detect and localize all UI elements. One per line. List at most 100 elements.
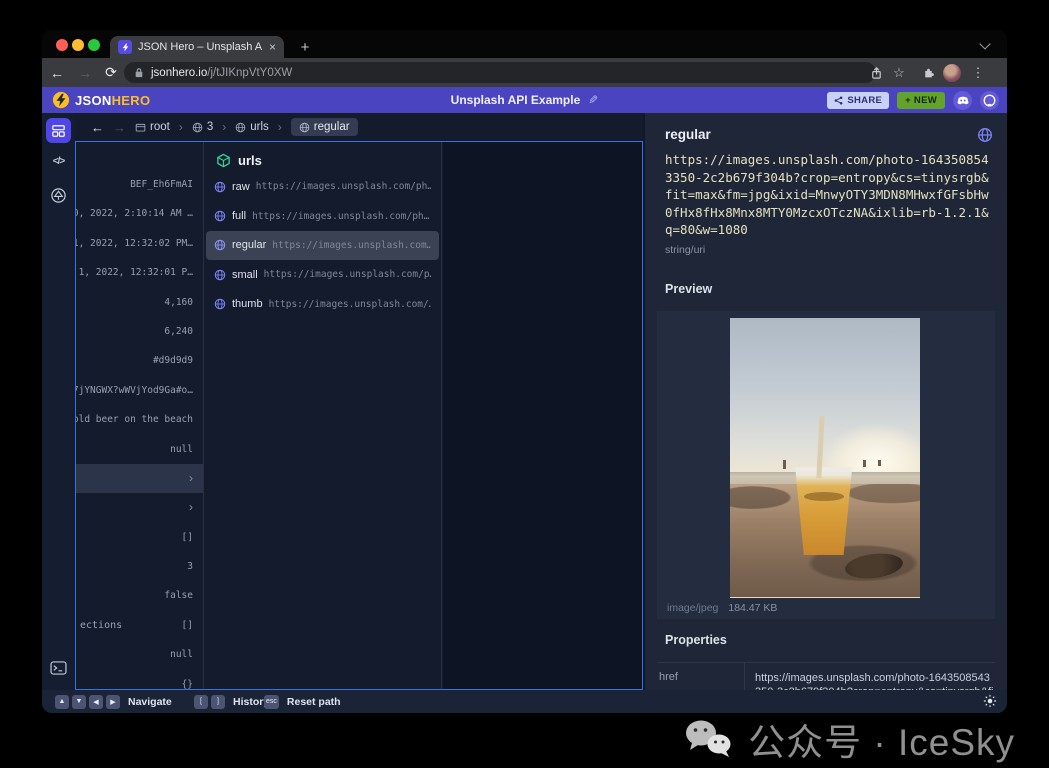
minimize-window-button[interactable] [72, 39, 84, 51]
preview-box: image/jpeg 184.47 KB [657, 311, 995, 619]
tab-strip: JSON Hero – Unsplash API Exa × + [42, 30, 1007, 58]
forward-button[interactable]: → [74, 58, 96, 87]
breadcrumb-item-regular[interactable]: regular [291, 118, 358, 136]
json-row[interactable]: false [76, 581, 203, 610]
share-button[interactable]: SHARE [827, 92, 889, 109]
key-lbracket-icon: [ [194, 695, 208, 709]
browser-menu-icon[interactable]: ⋮ [967, 58, 989, 87]
detail-type: string/uri [665, 244, 993, 258]
tab-search-chevron-icon[interactable] [979, 38, 990, 49]
share-page-icon [870, 66, 883, 80]
breadcrumb-item-urls[interactable]: urls [235, 121, 269, 133]
globe-icon [214, 210, 226, 222]
globe-icon [214, 239, 226, 251]
browser-toolbar: ← → ⟳ jsonhero.io/j/tJIKnpVtY0XW ☆ [42, 58, 1007, 87]
url-item-thumb[interactable]: thumb https://images.unsplash.com/… [206, 290, 439, 319]
status-bar: ▲ ▼ ◀ ▶ Navigate [ ] History esc Reset p… [42, 690, 1007, 713]
json-row[interactable]: #d9d9d9 [76, 346, 203, 375]
url-text: jsonhero.io/j/tJIKnpVtY0XW [151, 67, 292, 79]
preview-image [730, 318, 920, 598]
discord-button[interactable] [953, 91, 972, 110]
json-row[interactable]: null [76, 640, 203, 669]
image-meta: image/jpeg 184.47 KB [667, 602, 777, 614]
navigate-label: Navigate [128, 696, 172, 708]
detail-value[interactable]: https://images.unsplash.com/photo-164350… [665, 151, 995, 239]
json-row[interactable]: › [76, 493, 203, 522]
url-item-regular-selected[interactable]: regular https://images.unsplash.com… [206, 231, 439, 260]
json-row-urls-selected[interactable]: › [76, 464, 203, 493]
globe-icon [299, 122, 310, 133]
column-view-button[interactable] [46, 118, 71, 143]
key-rbracket-icon: ] [211, 695, 225, 709]
column-view-icon [51, 124, 66, 138]
edit-title-icon[interactable]: ✎ [588, 93, 598, 107]
json-view-button[interactable]: </> [42, 156, 75, 167]
theme-toggle-button[interactable] [983, 694, 997, 713]
json-row[interactable]: 1, 2022, 12:32:01 P… [76, 258, 203, 287]
columns-area: ← → root › 3 › [75, 113, 643, 690]
terminal-button[interactable] [42, 661, 75, 675]
tree-view-icon [50, 187, 67, 204]
image-size: 184.47 KB [728, 602, 777, 614]
breadcrumb: ← → root › 3 › [75, 113, 643, 141]
chevron-right-icon: › [278, 120, 282, 134]
globe-icon [214, 181, 226, 193]
json-row[interactable]: [] [76, 523, 203, 552]
profile-avatar[interactable] [941, 58, 963, 87]
browser-window: JSON Hero – Unsplash API Exa × + ← → ⟳ j… [42, 30, 1007, 713]
back-button[interactable]: ← [46, 58, 68, 87]
tab-close-icon[interactable]: × [269, 40, 276, 54]
column-empty [443, 142, 642, 689]
new-tab-button[interactable]: + [294, 36, 316, 58]
extensions-puzzle-icon[interactable] [917, 58, 939, 87]
url-bar[interactable]: jsonhero.io/j/tJIKnpVtY0XW [124, 62, 876, 83]
browser-tab[interactable]: JSON Hero – Unsplash API Exa × [110, 36, 284, 58]
key-up-icon: ▲ [55, 695, 69, 709]
box-icon [135, 122, 146, 133]
json-row[interactable]: ections[] [76, 611, 203, 640]
breadcrumb-item-root[interactable]: root [135, 121, 170, 133]
detail-title: regular [665, 127, 711, 142]
json-row[interactable]: 1, 2022, 12:32:02 PM… [76, 229, 203, 258]
globe-icon [214, 269, 226, 281]
json-row[interactable]: 0, 2022, 2:10:14 AM … [76, 199, 203, 228]
breadcrumb-forward-icon[interactable]: → [113, 120, 126, 135]
json-row[interactable]: 6,240 [76, 317, 203, 346]
breadcrumb-item-index[interactable]: 3 [192, 121, 213, 133]
json-row[interactable]: null [76, 435, 203, 464]
json-row[interactable]: 4,160 [76, 288, 203, 317]
globe-icon [192, 122, 203, 133]
new-document-button[interactable]: + NEW [897, 92, 945, 109]
json-row[interactable]: BEF_Eh6FmAI [76, 170, 203, 199]
url-item-small[interactable]: small https://images.unsplash.com/p… [206, 260, 439, 289]
json-row[interactable]: 3 [76, 552, 203, 581]
image-mime: image/jpeg [667, 602, 718, 614]
url-item-full[interactable]: full https://images.unsplash.com/ph… [206, 201, 439, 230]
json-row[interactable]: 7jYNGWX?wWVjYod9Ga#o… [76, 376, 203, 405]
json-row[interactable]: old beer on the beach [76, 405, 203, 434]
tree-view-button[interactable] [42, 187, 75, 204]
url-item-raw[interactable]: raw https://images.unsplash.com/ph… [206, 172, 439, 201]
reload-button[interactable]: ⟳ [100, 58, 122, 87]
sun-icon [983, 694, 997, 708]
key-right-icon: ▶ [106, 695, 120, 709]
watermark: 公众号 · IceSky [682, 712, 1015, 766]
view-sidebar: </> [42, 113, 75, 690]
globe-icon [977, 127, 993, 143]
reset-path-label: Reset path [287, 696, 341, 708]
avatar [943, 64, 961, 82]
fullscreen-window-button[interactable] [88, 39, 100, 51]
lock-icon [134, 67, 144, 78]
property-key: href [657, 663, 745, 691]
bookmark-star-icon[interactable]: ☆ [888, 58, 910, 87]
property-value[interactable]: https://images.unsplash.com/photo-164350… [745, 663, 995, 691]
tab-title: JSON Hero – Unsplash API Exa [138, 41, 263, 53]
key-esc-icon: esc [264, 695, 279, 709]
column-urls: urls raw https://images.unsplash.com/ph…… [204, 142, 442, 689]
github-button[interactable] [980, 91, 999, 110]
json-row[interactable]: {} [76, 670, 203, 689]
share-page-button[interactable] [865, 58, 887, 87]
breadcrumb-back-icon[interactable]: ← [91, 120, 104, 135]
jsonhero-logo[interactable]: JSONHERO [52, 87, 150, 113]
close-window-button[interactable] [56, 39, 68, 51]
